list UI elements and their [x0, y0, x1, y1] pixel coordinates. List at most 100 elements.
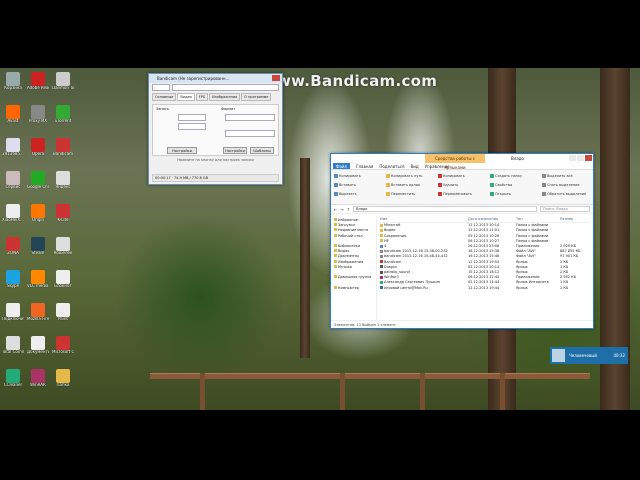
ribbon-button-label: Копировать: [339, 174, 361, 178]
bandicam-tab[interactable]: Видео: [177, 93, 195, 101]
presets-button[interactable]: Шаблоны: [250, 147, 274, 154]
audio-format-field[interactable]: [225, 130, 275, 137]
ribbon-button[interactable]: Открыть: [490, 192, 511, 196]
desktop-icon[interactable]: ZONA: [2, 237, 24, 265]
explorer-titlebar[interactable]: Средства работы с ярлыками Владо: [331, 154, 593, 170]
settings-button[interactable]: Настройки: [167, 147, 197, 154]
desktop-icon[interactable]: Документы: [27, 336, 49, 364]
desktop-icon[interactable]: Подключиться: [2, 303, 24, 331]
explorer-window[interactable]: Средства работы с ярлыками Владо Файл Гла…: [330, 153, 594, 329]
pause-field[interactable]: [178, 123, 206, 130]
address-bar[interactable]: Владо: [353, 206, 537, 212]
desktop-icon[interactable]: Origin: [27, 204, 49, 232]
desktop-icon[interactable]: Bandicam: [52, 138, 74, 166]
desktop-icon[interactable]: Skype: [2, 270, 24, 298]
target-button[interactable]: [152, 84, 170, 91]
bandicam-tab[interactable]: FPS: [195, 93, 209, 101]
app-icon: [56, 171, 70, 185]
nav-item[interactable]: Домашняя группа: [331, 275, 376, 280]
ribbon-button[interactable]: Вставить ярлык: [386, 183, 421, 187]
ribbon-button-label: Создать папку: [495, 174, 523, 178]
desktop-icon[interactable]: Paint: [52, 303, 74, 331]
ribbon-tab[interactable]: Поделиться: [379, 163, 404, 169]
desktop-icon[interactable]: Avast: [2, 105, 24, 133]
app-icon: [56, 270, 70, 284]
bandicam-window[interactable]: Bandicam (Не зарегистрированн... Основны…: [148, 73, 283, 185]
nav-item-label: Библиотеки: [338, 244, 361, 249]
ribbon-tab[interactable]: Главная: [356, 163, 373, 169]
ribbon-button-icon: [334, 192, 338, 196]
ribbon-button-label: Вставить ярлык: [391, 183, 421, 187]
notification-toast[interactable]: Человечевый 40:32: [550, 347, 628, 364]
desktop-icon[interactable]: uTorrent: [52, 105, 74, 133]
desktop-icon[interactable]: WinRAR: [27, 369, 49, 397]
desktop-icon[interactable]: Proxy ИХ: [27, 105, 49, 133]
ribbon-button[interactable]: Копировать: [334, 174, 361, 178]
ribbon-button[interactable]: Переместить: [386, 192, 415, 196]
desktop-icon[interactable]: Microsoft Office: [52, 336, 74, 364]
desktop-icon[interactable]: Daemon Tools: [52, 72, 74, 100]
minimize-icon[interactable]: [569, 155, 576, 161]
close-icon[interactable]: [272, 75, 280, 81]
ribbon-button[interactable]: Удалить: [438, 183, 458, 187]
ribbon-button[interactable]: Выделить всё: [542, 174, 573, 178]
format-settings-button[interactable]: Настройки: [223, 147, 247, 154]
ribbon-button-icon: [542, 183, 546, 187]
desktop-icon[interactable]: Папка: [52, 369, 74, 397]
desktop-icon[interactable]: Steam: [27, 237, 49, 265]
ribbon-button[interactable]: Копировать путь: [386, 174, 422, 178]
up-icon[interactable]: ↑: [347, 207, 350, 212]
file-icon: [380, 239, 383, 243]
desktop-icon[interactable]: Блокнот: [52, 270, 74, 298]
ribbon-tab[interactable]: Файл: [333, 163, 351, 169]
desktop-icon[interactable]: Google Chrome: [27, 171, 49, 199]
column-header[interactable]: Имя: [380, 217, 468, 222]
app-icon: [56, 369, 70, 383]
ribbon-button[interactable]: Переименовать: [438, 192, 472, 196]
file-size: 2 КБ: [560, 285, 569, 290]
desktop-icon[interactable]: Сервис: [2, 171, 24, 199]
search-input[interactable]: Поиск: Владо: [540, 206, 590, 212]
ribbon-button-icon: [542, 174, 546, 178]
ribbon-button[interactable]: Обратить выделение: [542, 192, 586, 196]
column-header[interactable]: Дата изменения: [468, 217, 516, 222]
bandicam-tab[interactable]: Изображения: [209, 93, 241, 101]
ribbon-tab[interactable]: Вид: [410, 163, 418, 169]
ribbon-button[interactable]: Вставить: [334, 183, 356, 187]
desktop-icon[interactable]: XiaoHeiX...: [2, 204, 24, 232]
target-size-field[interactable]: [172, 84, 279, 91]
forward-icon[interactable]: →: [340, 207, 343, 212]
app-icon: [6, 171, 20, 185]
nav-item[interactable]: Компьютер: [331, 285, 376, 291]
ribbon-button[interactable]: Создать папку: [490, 174, 522, 178]
close-icon[interactable]: [585, 155, 592, 161]
desktop-icon[interactable]: CCleaner: [2, 369, 24, 397]
desktop-icon[interactable]: Adobe Reader XI: [27, 72, 49, 100]
table-row[interactable]: Игровой центр@Mail.Ru 12.12.2013 19:44 Ярл…: [380, 286, 590, 291]
ribbon-button[interactable]: Копировать: [438, 174, 465, 178]
context-tab[interactable]: Средства работы с ярлыками: [425, 154, 485, 170]
desktop-icon[interactable]: Mozilla Firefox: [27, 303, 49, 331]
column-header[interactable]: Тип: [516, 217, 560, 222]
bandicam-titlebar[interactable]: Bandicam (Не зарегистрированн...: [149, 74, 282, 83]
desktop-icon[interactable]: Кошелёк: [52, 237, 74, 265]
desktop-icon[interactable]: Total Commander: [2, 336, 24, 364]
ribbon-button[interactable]: Снять выделение: [542, 183, 580, 187]
desktop-icon[interactable]: K-Lite: [52, 204, 74, 232]
back-icon[interactable]: ←: [334, 207, 337, 212]
fence-post: [340, 373, 345, 410]
ribbon-button[interactable]: Вырезать: [334, 192, 357, 196]
bandicam-tab[interactable]: О программе: [241, 93, 272, 101]
ribbon-button[interactable]: Свойства: [490, 183, 512, 187]
maximize-icon[interactable]: [577, 155, 584, 161]
video-format-field[interactable]: [225, 114, 275, 121]
column-header[interactable]: Размер: [560, 217, 590, 222]
desktop-icon[interactable]: Корзина: [2, 72, 24, 100]
desktop-icon[interactable]: Opera: [27, 138, 49, 166]
desktop-icon[interactable]: 2913685...: [2, 138, 24, 166]
desktop-icon[interactable]: Яндекс: [52, 171, 74, 199]
hotkey-field[interactable]: [178, 114, 206, 121]
bandicam-tab[interactable]: Основные: [152, 93, 177, 101]
ribbon-button-label: Открыть: [495, 192, 511, 196]
desktop-icon[interactable]: VLC media player: [27, 270, 49, 298]
